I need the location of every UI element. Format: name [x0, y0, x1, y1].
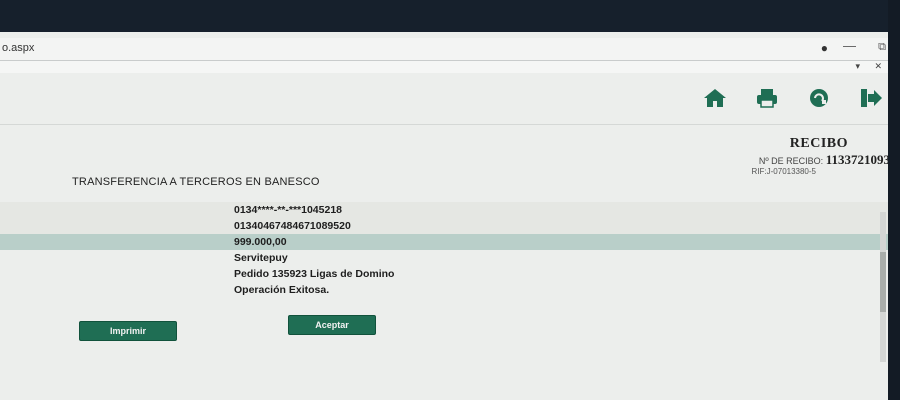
concept-value: Pedido 135923 Ligas de Domino [234, 268, 395, 280]
browser-window: o.aspx ● — ⧉ ▾ ✕ RECIBO Nº DE RECIBO: 11… [0, 32, 890, 400]
detail-row-amount: 999.000,00 [0, 234, 890, 250]
scrollbar[interactable] [880, 212, 886, 362]
accept-button[interactable]: Aceptar [288, 315, 376, 335]
destination-account-value: 01340467484671089520 [234, 220, 351, 232]
subbar-icons[interactable]: ▾ ✕ [855, 61, 888, 72]
detail-row-concept: Pedido 135923 Ligas de Domino [0, 266, 890, 282]
page-title: TRANSFERENCIA A TERCEROS EN BANESCO [72, 176, 320, 188]
monitor-bezel-right [888, 0, 900, 400]
details-list: 0134****-**-***1045218 01340467484671089… [0, 202, 890, 298]
status-value: Operación Exitosa. [234, 284, 330, 296]
detail-row-beneficiary: Servitepuy [0, 250, 890, 266]
receipt-number-label: Nº DE RECIBO: [758, 156, 824, 166]
amount-value: 999.000,00 [234, 236, 287, 248]
detail-row-destination-account: 01340467484671089520 [0, 218, 890, 234]
header-divider [0, 124, 890, 125]
browser-subbar: ▾ ✕ [0, 61, 890, 73]
detail-row-status: Operación Exitosa. [0, 282, 890, 298]
contact-icon[interactable] [806, 86, 832, 110]
restore-icon[interactable]: ⧉ [878, 41, 886, 54]
exit-icon[interactable] [858, 86, 884, 110]
address-bar[interactable]: o.aspx ● — ⧉ [0, 38, 890, 61]
address-text[interactable]: o.aspx [2, 42, 34, 54]
home-icon[interactable] [702, 86, 728, 110]
origin-account-value: 0134****-**-***1045218 [234, 204, 343, 216]
detail-row-origin-account: 0134****-**-***1045218 [0, 202, 890, 218]
scrollbar-thumb[interactable] [880, 252, 886, 312]
print-icon[interactable] [754, 86, 780, 110]
print-button[interactable]: Imprimir [79, 321, 177, 341]
minimize-icon[interactable]: — [843, 38, 856, 53]
monitor-bezel-top [0, 0, 900, 36]
receipt-number-line: Nº DE RECIBO: 1133721093 [759, 152, 890, 168]
rif-number: RIF:J-07013380-5 [751, 167, 816, 176]
receipt-number: 1133721093 [825, 152, 890, 167]
site-toolbar [702, 86, 884, 110]
beneficiary-value: Servitepuy [234, 252, 288, 264]
user-icon[interactable]: ● [821, 41, 828, 55]
receipt-title: RECIBO [789, 136, 848, 151]
